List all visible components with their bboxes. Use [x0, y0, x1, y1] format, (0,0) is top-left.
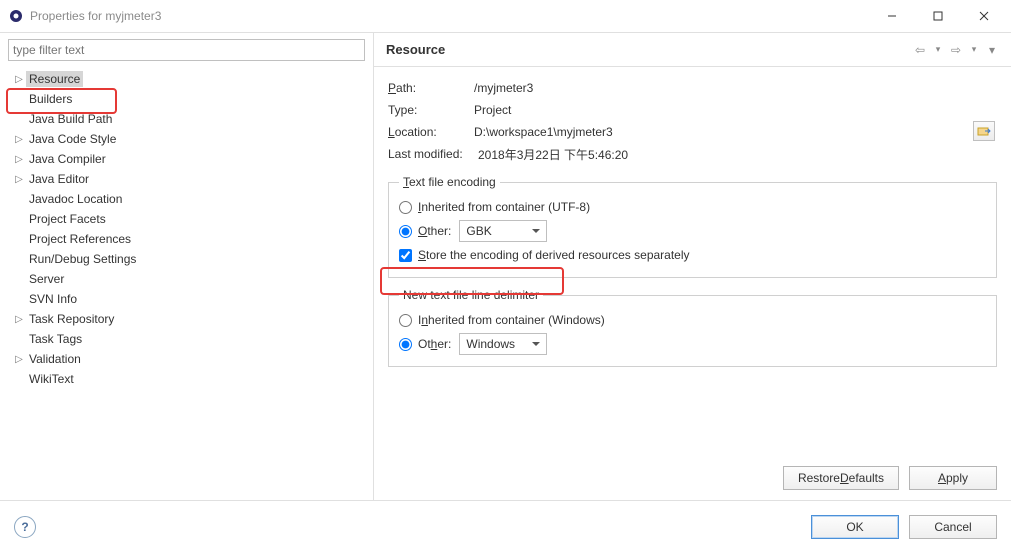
path-label: Path:	[388, 81, 474, 95]
page-title: Resource	[386, 42, 911, 57]
tree-item-label: Task Tags	[26, 331, 85, 347]
delimiter-other-value: Windows	[466, 337, 515, 351]
tree-item-label: Java Compiler	[26, 151, 109, 167]
app-icon	[8, 8, 24, 24]
chevron-down-icon[interactable]: ▾	[929, 44, 947, 55]
close-button[interactable]	[961, 0, 1007, 32]
tree-item-label: Project Facets	[26, 211, 109, 227]
delimiter-inherited-label: Inherited from container (Windows)	[418, 313, 605, 327]
lastmod-label: Last modified:	[388, 147, 478, 161]
tree-item-javadoc-location[interactable]: Javadoc Location	[6, 189, 367, 209]
page-buttons: Restore Defaults Apply	[374, 456, 1011, 500]
help-button[interactable]: ?	[14, 516, 36, 538]
tree-item-label: SVN Info	[26, 291, 80, 307]
left-panel: ▷ResourceBuildersJava Build Path▷Java Co…	[0, 33, 374, 500]
tree-item-server[interactable]: Server	[6, 269, 367, 289]
location-label: Location:	[388, 125, 474, 139]
minimize-button[interactable]	[869, 0, 915, 32]
restore-defaults-button[interactable]: Restore Defaults	[783, 466, 899, 490]
delimiter-group-label: New text file line delimiter	[399, 288, 543, 302]
tree-item-java-build-path[interactable]: Java Build Path	[6, 109, 367, 129]
location-value: D:\workspace1\myjmeter3	[474, 125, 613, 139]
menu-icon[interactable]: ▾	[983, 43, 1001, 57]
tree-item-label: WikiText	[26, 371, 77, 387]
tree-item-label: Java Build Path	[26, 111, 115, 127]
expand-icon[interactable]: ▷	[12, 74, 26, 85]
tree-item-label: Javadoc Location	[26, 191, 125, 207]
encoding-group: Text file encoding Inherited from contai…	[388, 175, 997, 278]
tree-item-svn-info[interactable]: SVN Info	[6, 289, 367, 309]
tree-item-label: Task Repository	[26, 311, 117, 327]
tree-item-run-debug-settings[interactable]: Run/Debug Settings	[6, 249, 367, 269]
filter-input[interactable]	[8, 39, 365, 61]
type-label: Type:	[388, 103, 474, 117]
encoding-other-combo[interactable]: GBK	[459, 220, 547, 242]
content-panel: Resource ⇦ ▾ ⇨ ▾ ▾ Path:/myjmeter3 Type:…	[374, 33, 1011, 500]
tree-item-wikitext[interactable]: WikiText	[6, 369, 367, 389]
encoding-inherited-label: Inherited from container (UTF-8)	[418, 200, 590, 214]
delimiter-group: New text file line delimiter Inherited f…	[388, 288, 997, 367]
encoding-group-label: Text file encoding	[399, 175, 500, 189]
encoding-inherited-radio[interactable]	[399, 201, 412, 214]
ok-button[interactable]: OK	[811, 515, 899, 539]
tree-item-java-compiler[interactable]: ▷Java Compiler	[6, 149, 367, 169]
tree-item-label: Java Code Style	[26, 131, 119, 147]
categories-tree[interactable]: ▷ResourceBuildersJava Build Path▷Java Co…	[0, 67, 373, 500]
type-value: Project	[474, 103, 511, 117]
tree-item-task-repository[interactable]: ▷Task Repository	[6, 309, 367, 329]
window-titlebar: Properties for myjmeter3	[0, 0, 1011, 32]
expand-icon[interactable]: ▷	[12, 314, 26, 325]
encoding-other-label: Other:	[418, 224, 451, 238]
delimiter-other-radio[interactable]	[399, 338, 412, 351]
tree-item-label: Project References	[26, 231, 134, 247]
tree-item-label: Java Editor	[26, 171, 92, 187]
tree-item-resource[interactable]: ▷Resource	[6, 69, 367, 89]
expand-icon[interactable]: ▷	[12, 354, 26, 365]
dialog-footer: ? OK Cancel	[0, 500, 1011, 552]
store-derived-label: Store the encoding of derived resources …	[418, 248, 690, 262]
delimiter-other-label: Other:	[418, 337, 451, 351]
tree-item-java-code-style[interactable]: ▷Java Code Style	[6, 129, 367, 149]
encoding-other-value: GBK	[466, 224, 491, 238]
tree-item-label: Resource	[26, 71, 83, 87]
maximize-button[interactable]	[915, 0, 961, 32]
lastmod-value: 2018年3月22日 下午5:46:20	[478, 146, 628, 163]
expand-icon[interactable]: ▷	[12, 154, 26, 165]
folder-go-icon	[977, 125, 991, 137]
tree-item-java-editor[interactable]: ▷Java Editor	[6, 169, 367, 189]
delimiter-inherited-radio[interactable]	[399, 314, 412, 327]
delimiter-other-combo[interactable]: Windows	[459, 333, 547, 355]
forward-icon[interactable]: ⇨	[947, 43, 965, 57]
window-title: Properties for myjmeter3	[30, 9, 869, 23]
tree-item-validation[interactable]: ▷Validation	[6, 349, 367, 369]
content-header: Resource ⇦ ▾ ⇨ ▾ ▾	[374, 33, 1011, 67]
cancel-button[interactable]: Cancel	[909, 515, 997, 539]
path-value: /myjmeter3	[474, 81, 533, 95]
back-icon[interactable]: ⇦	[911, 43, 929, 57]
expand-icon[interactable]: ▷	[12, 174, 26, 185]
tree-item-label: Server	[26, 271, 67, 287]
tree-item-project-facets[interactable]: Project Facets	[6, 209, 367, 229]
tree-item-task-tags[interactable]: Task Tags	[6, 329, 367, 349]
tree-item-label: Validation	[26, 351, 84, 367]
chevron-down-icon[interactable]: ▾	[965, 44, 983, 55]
apply-button[interactable]: Apply	[909, 466, 997, 490]
browse-location-button[interactable]	[973, 121, 995, 141]
tree-item-label: Builders	[26, 91, 75, 107]
tree-item-label: Run/Debug Settings	[26, 251, 139, 267]
expand-icon[interactable]: ▷	[12, 134, 26, 145]
store-derived-checkbox[interactable]	[399, 249, 412, 262]
encoding-other-radio[interactable]	[399, 225, 412, 238]
tree-item-builders[interactable]: Builders	[6, 89, 367, 109]
tree-item-project-references[interactable]: Project References	[6, 229, 367, 249]
